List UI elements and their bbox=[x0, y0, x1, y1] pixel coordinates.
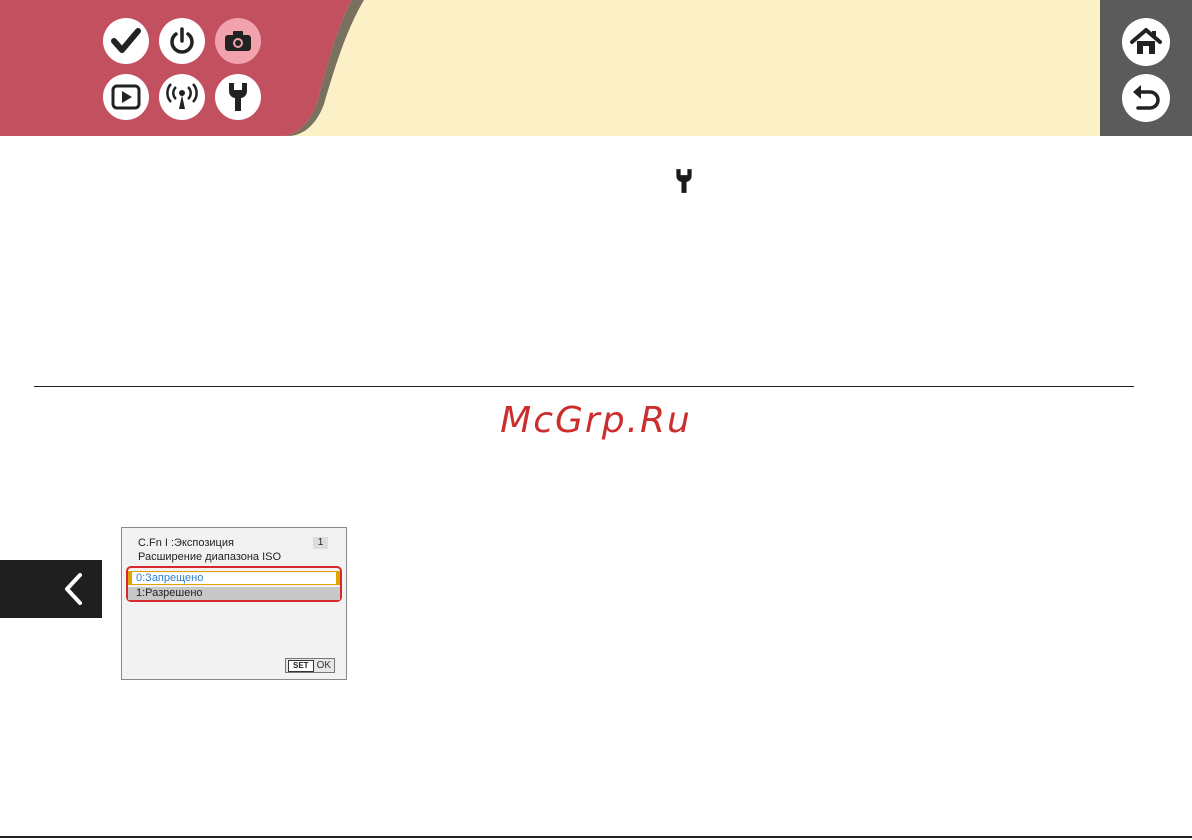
previous-page-button[interactable] bbox=[0, 560, 102, 618]
return-button[interactable] bbox=[1122, 74, 1170, 122]
option-disabled[interactable]: 0:Запрещено bbox=[128, 571, 340, 585]
selection-marker bbox=[336, 571, 340, 585]
wrench-icon bbox=[676, 169, 692, 193]
chevron-left-icon bbox=[65, 573, 82, 605]
return-icon bbox=[1133, 85, 1160, 110]
ok-label: OK bbox=[316, 660, 332, 671]
tab-shooting[interactable] bbox=[215, 18, 261, 64]
camera-icon bbox=[225, 31, 251, 51]
screen-title: C.Fn I :Экспозиция bbox=[138, 537, 234, 549]
option-enabled[interactable]: 1:Разрешено bbox=[128, 587, 340, 600]
home-icon bbox=[1130, 28, 1162, 54]
playback-icon bbox=[111, 84, 141, 110]
header-bar bbox=[0, 0, 1192, 136]
option-label: 0:Запрещено bbox=[136, 572, 204, 584]
wrench-icon bbox=[229, 83, 247, 111]
option-label: 1:Разрешено bbox=[136, 587, 203, 599]
checkmark-icon bbox=[111, 28, 141, 53]
camera-screen: C.Fn I :Экспозиция 1 Расширение диапазон… bbox=[121, 527, 347, 680]
tab-playback[interactable] bbox=[103, 74, 149, 120]
tab-wireless[interactable] bbox=[159, 74, 205, 120]
screen-subtitle: Расширение диапазона ISO bbox=[138, 551, 282, 563]
selection-marker bbox=[128, 571, 132, 585]
power-icon bbox=[170, 27, 194, 54]
home-button[interactable] bbox=[1122, 18, 1170, 66]
section-divider bbox=[34, 386, 1134, 387]
bottom-divider bbox=[0, 836, 1192, 838]
tab-setup[interactable] bbox=[215, 74, 261, 120]
wireless-icon bbox=[166, 83, 198, 109]
set-ok-button[interactable]: SET OK bbox=[285, 658, 335, 673]
watermark-text: McGrp.Ru bbox=[500, 400, 692, 441]
page-number: 1 bbox=[313, 537, 328, 549]
tab-basic[interactable] bbox=[103, 18, 149, 64]
tab-power[interactable] bbox=[159, 18, 205, 64]
set-label: SET bbox=[288, 659, 314, 672]
